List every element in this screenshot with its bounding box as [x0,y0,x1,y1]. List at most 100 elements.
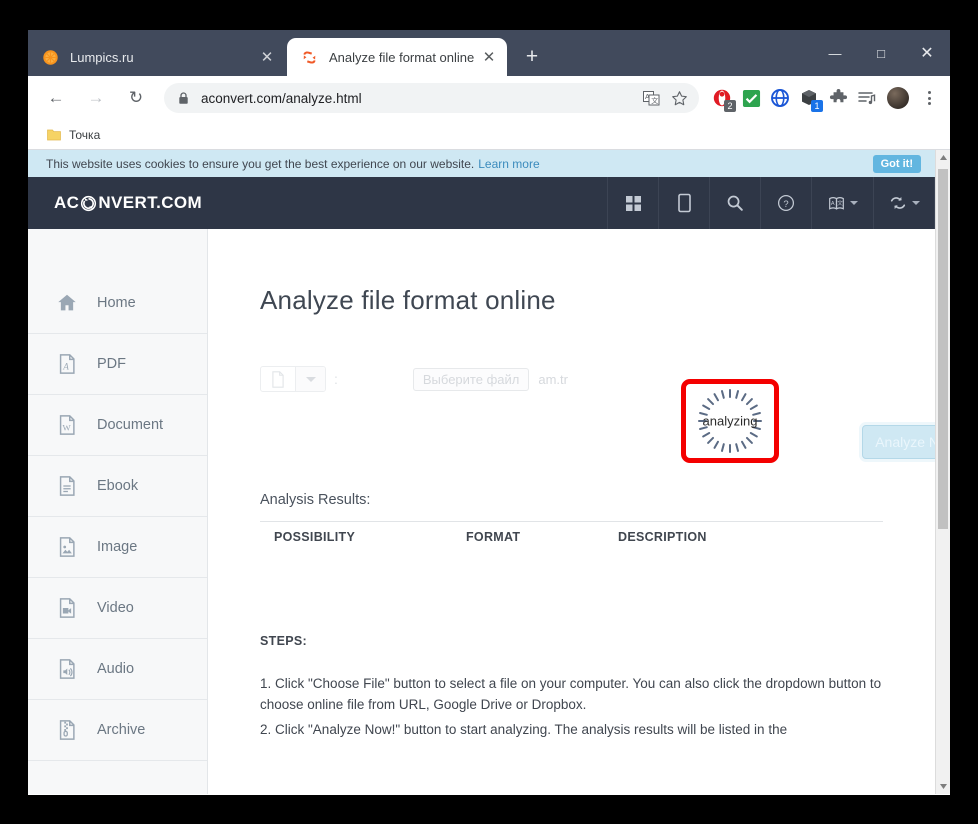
column-header-format: FORMAT [466,530,521,544]
extension-badge: 2 [724,100,736,112]
file-type-selector[interactable] [260,366,326,392]
document-outline-icon [261,367,295,391]
video-file-icon [56,597,78,619]
maximize-button[interactable]: □ [858,30,904,76]
svg-text:A: A [830,201,834,207]
back-button[interactable]: ← [41,83,71,113]
spinner-label: analyzing [702,413,758,429]
tab-analyze-file-format[interactable]: Analyze file format online ✕ [287,38,507,76]
column-header-description: DESCRIPTION [618,530,707,544]
scroll-up-arrow-icon[interactable] [936,150,950,165]
table-header-row: POSSIBILITY FORMAT DESCRIPTION [260,522,883,552]
sidebar: Home A PDF W Document Ebook Image Video … [28,229,208,794]
analysis-results-table: POSSIBILITY FORMAT DESCRIPTION [260,521,883,625]
help-question-icon[interactable]: ? [760,177,811,229]
browser-window: Lumpics.ru ✕ Analyze file format online … [28,30,950,795]
minimize-button[interactable]: — [812,30,858,76]
word-document-icon: W [56,414,78,436]
address-bar[interactable]: aconvert.com/analyze.html A 文 [164,83,699,113]
archive-file-icon [56,719,78,741]
orange-citrus-icon [42,49,59,66]
svg-text:W: W [62,423,71,433]
sidebar-item-document[interactable]: W Document [28,395,207,456]
site-header: AC NVERT.COM ? A 文 [28,177,935,229]
media-list-icon[interactable] [854,85,880,111]
sidebar-item-audio[interactable]: Audio [28,639,207,700]
page-scrollbar[interactable] [935,150,950,794]
tab-title: Analyze file format online [329,49,475,65]
translate-icon[interactable]: A 文 [639,86,663,110]
close-window-button[interactable]: ✕ [904,30,950,76]
tab-close-button[interactable]: ✕ [479,47,499,67]
sidebar-item-pdf[interactable]: A PDF [28,334,207,395]
avatar[interactable] [887,87,909,109]
bookmark-star-icon[interactable] [667,86,691,110]
home-icon [56,292,78,314]
sidebar-item-label: Home [97,295,136,311]
browser-toolbar: ← → ↻ aconvert.com/analyze.html A 文 2 1 [28,76,950,120]
tab-lumpics[interactable]: Lumpics.ru ✕ [28,38,285,76]
chrome-menu-button[interactable] [916,91,942,105]
refresh-circle-icon [80,195,97,212]
site-logo[interactable]: AC NVERT.COM [54,193,202,213]
extension-badge: 1 [811,100,823,112]
sidebar-item-video[interactable]: Video [28,578,207,639]
chevron-down-icon [305,376,316,382]
loading-spinner-icon: analyzing [698,389,762,453]
grid-icon[interactable] [607,177,658,229]
sidebar-item-home[interactable]: Home [28,273,207,334]
steps-heading: STEPS: [260,634,307,648]
aconvert-swap-icon [301,49,318,66]
file-input-row: : Выберите файл am.tr [260,366,935,392]
tab-strip: Lumpics.ru ✕ Analyze file format online … [28,30,950,76]
step-item: 1. Click "Choose File" button to select … [260,676,882,712]
ebook-file-icon [56,475,78,497]
convert-refresh-icon[interactable] [873,177,935,229]
site-header-nav: ? A 文 [607,177,935,229]
got-it-button[interactable]: Got it! [872,154,921,173]
tab-close-button[interactable]: ✕ [257,47,277,67]
svg-text:A: A [62,362,69,372]
sidebar-item-label: Archive [97,722,146,738]
audio-file-icon [56,658,78,680]
separator-colon: : [334,371,338,387]
logo-text-after: NVERT.COM [98,193,203,212]
scrollbar-thumb[interactable] [938,169,948,529]
new-tab-button[interactable]: + [517,42,547,72]
checkmark-icon[interactable] [738,85,764,111]
sidebar-item-label: Image [97,539,138,555]
step-item: 2. Click "Analyze Now!" button to start … [260,722,788,737]
sidebar-item-label: Document [97,417,164,433]
learn-more-link[interactable]: Learn more [478,157,539,171]
reload-button[interactable]: ↻ [121,83,151,113]
omnibox-actions: A 文 [639,86,691,110]
analyze-now-button[interactable]: Analyze Now! [862,425,935,459]
file-type-dropdown-button[interactable] [295,367,325,391]
web-page: This website uses cookies to ensure you … [28,150,935,794]
pdf-file-icon: A [56,353,78,375]
sidebar-item-image[interactable]: Image [28,517,207,578]
main-content: Analyze file format online: Выберите фа… [208,229,935,794]
sidebar-item-ebook[interactable]: Ebook [28,456,207,517]
file-upload-field[interactable]: Выберите файл am.tr [412,367,568,391]
analyzing-spinner-highlight: analyzing [681,379,779,463]
scroll-down-arrow-icon[interactable] [936,779,950,794]
puzzle-piece-icon[interactable] [825,85,851,111]
url-text: aconvert.com/analyze.html [201,90,362,106]
globe-icon[interactable] [767,85,793,111]
bookmarks-bar: Точка [28,120,950,150]
mobile-device-icon[interactable] [658,177,709,229]
package-box-icon[interactable]: 1 [796,85,823,112]
image-file-icon [56,536,78,558]
opera-vpn-icon[interactable]: 2 [709,85,736,112]
svg-text:文: 文 [837,199,843,207]
search-icon[interactable] [709,177,760,229]
cookie-message: This website uses cookies to ensure you … [46,156,475,171]
forward-button[interactable]: → [81,83,111,113]
choose-file-button[interactable]: Выберите файл [412,367,530,391]
language-book-icon[interactable]: A 文 [811,177,873,229]
sidebar-item-archive[interactable]: Archive [28,700,207,761]
bookmark-folder-tochka[interactable]: Точка [38,124,108,146]
folder-icon [46,127,62,143]
cookie-text-group: This website uses cookies to ensure you … [46,157,540,171]
